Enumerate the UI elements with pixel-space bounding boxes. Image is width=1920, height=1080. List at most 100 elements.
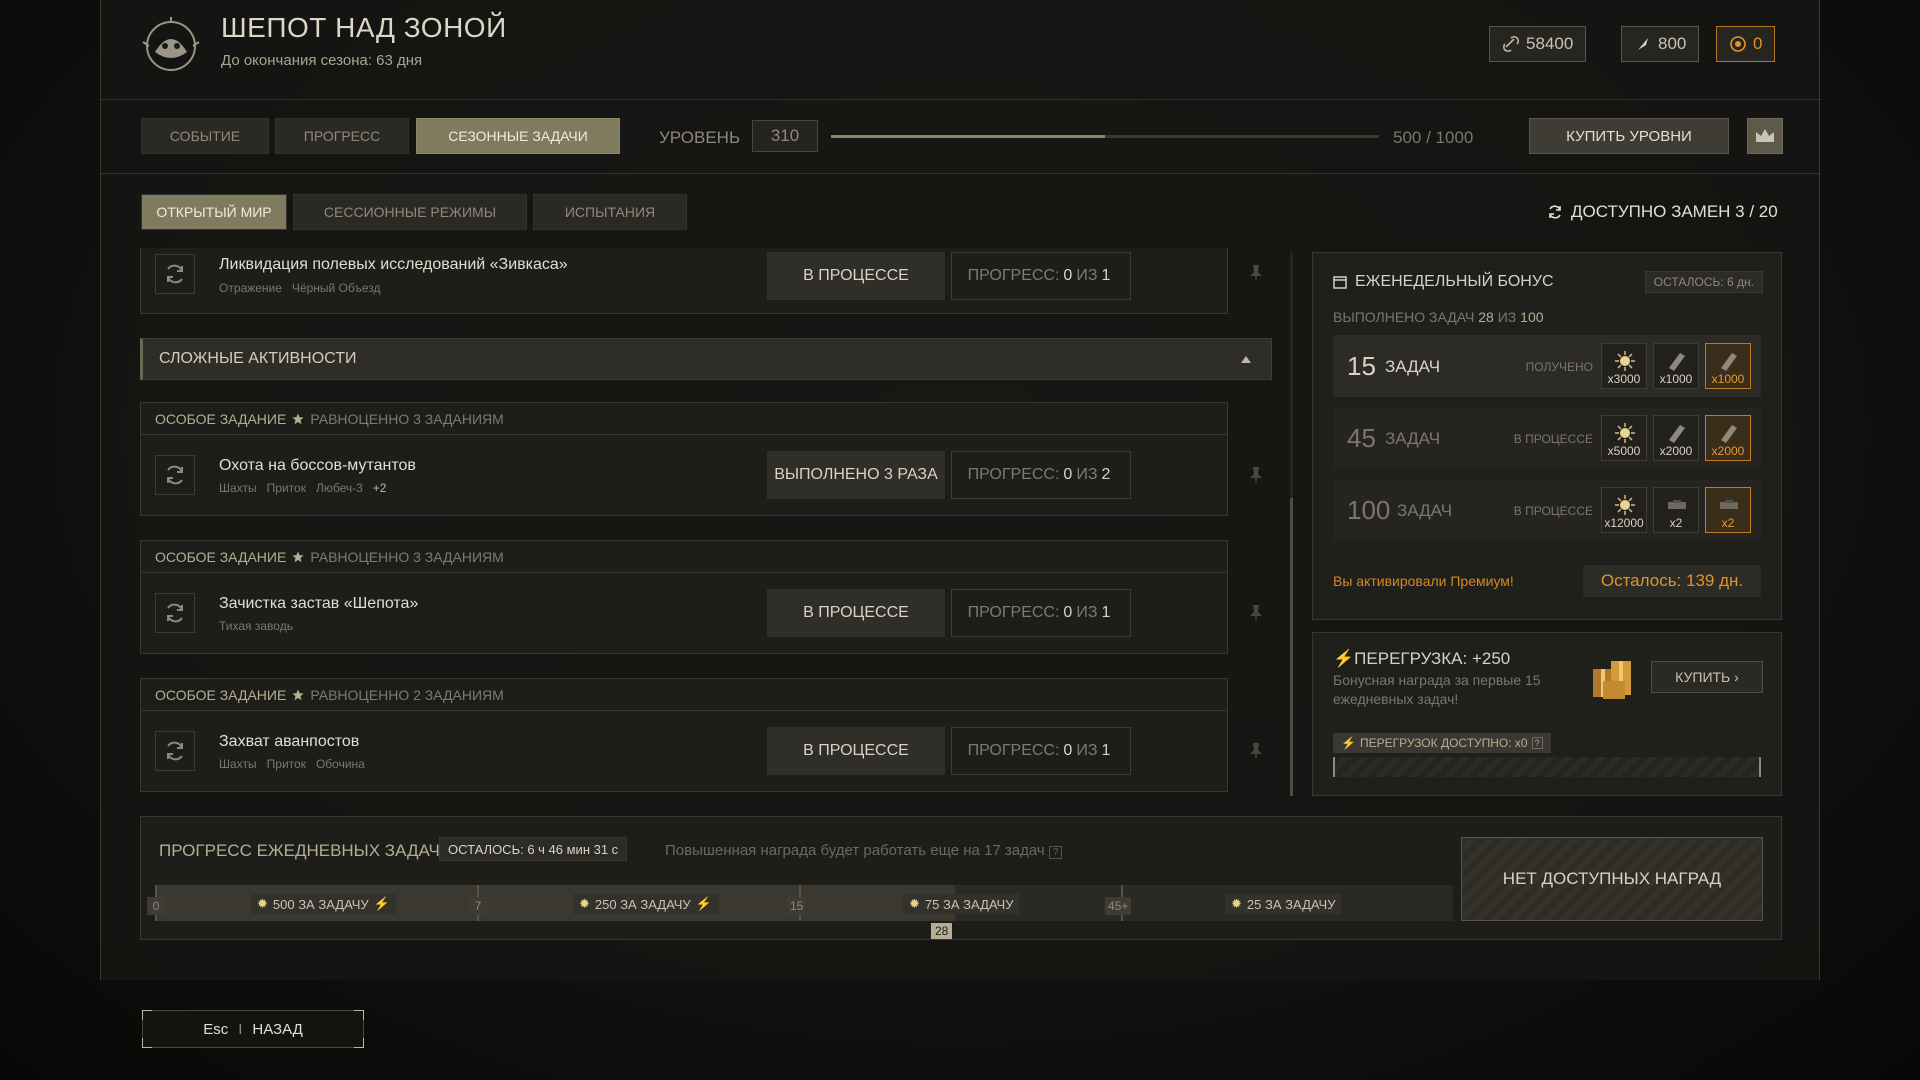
premium-reward-slot[interactable]: x2000	[1705, 415, 1751, 461]
daily-progress-panel: ПРОГРЕСС ЕЖЕДНЕВНЫХ ЗАДАЧ ОСТАЛОСЬ: 6 ч …	[140, 816, 1782, 940]
case-icon	[1720, 500, 1738, 509]
milestone-label: 7	[469, 897, 487, 915]
plate-icon	[1721, 353, 1737, 371]
reward-slot[interactable]: x3000	[1601, 343, 1647, 389]
level-value: 310	[752, 120, 818, 152]
buy-levels-button[interactable]: КУПИТЬ УРОВНИ	[1529, 118, 1729, 154]
daily-bonus-note: Повышенная награда будет работать еще на…	[665, 842, 1063, 859]
weekly-bonus-panel: ЕЖЕНЕДЕЛЬНЫЙ БОНУС ОСТАЛОСЬ: 6 дн. ВЫПОЛ…	[1312, 252, 1782, 620]
premium-active-text: Вы активировали Премиум!	[1333, 573, 1514, 589]
subtab-trials[interactable]: ИСПЫТАНИЯ	[533, 194, 687, 230]
pin-icon[interactable]	[1244, 602, 1268, 626]
special-task-card: ОСОБОЕ ЗАДАНИЕ РАВНОЦЕННО 3 ЗАДАНИЯМ Зач…	[140, 540, 1228, 654]
scrollbar-thumb[interactable]	[1290, 498, 1293, 796]
tab-event[interactable]: СОБЫТИЕ	[141, 118, 269, 154]
page-title: ШЕПОТ НАД ЗОНОЙ	[221, 12, 507, 43]
premium-crown-button[interactable]	[1747, 118, 1783, 154]
sun-icon: ✹	[579, 896, 590, 911]
case-icon	[1668, 500, 1686, 509]
task-body: Охота на боссов-мутантов Шахты Приток Лю…	[141, 435, 1227, 515]
currency-coin: 0	[1716, 26, 1776, 62]
swap-refresh-icon	[1549, 205, 1561, 219]
bolt-icon: ⚡	[695, 896, 712, 911]
task-progress: ПРОГРЕСС: 0 ИЗ 1	[951, 727, 1131, 775]
currency-feather: 800	[1621, 26, 1700, 62]
no-rewards-button[interactable]: НЕТ ДОСТУПНЫХ НАГРАД	[1461, 837, 1763, 921]
refresh-icon	[167, 264, 183, 284]
weekly-tier: 100 ЗАДАЧ В ПРОЦЕССЕ x12000 x2 x2	[1333, 479, 1761, 541]
task-card: Ликвидация полевых исследований «Зивкаса…	[140, 248, 1228, 314]
star-icon	[292, 551, 304, 562]
weekly-done-count: ВЫПОЛНЕНО ЗАДАЧ 28 ИЗ 100	[1333, 309, 1544, 325]
section-hard-activities[interactable]: СЛОЖНЫЕ АКТИВНОСТИ	[140, 338, 1272, 380]
reward-slot[interactable]: x2	[1653, 487, 1699, 533]
calendar-icon	[1333, 276, 1347, 289]
overload-panel: ⚡ПЕРЕГРУЗКА: +250 Бонусная награда за пе…	[1312, 632, 1782, 796]
more-locations[interactable]: +2	[373, 481, 387, 495]
task-body: Зачистка застав «Шепота» Тихая заводь В …	[141, 573, 1227, 653]
premium-reward-slot[interactable]: x1000	[1705, 343, 1751, 389]
task-locations: Отражение Чёрный Объезд	[219, 281, 381, 295]
reward-slot[interactable]: x5000	[1601, 415, 1647, 461]
feather-icon	[1638, 38, 1648, 50]
level-label: УРОВЕНЬ	[659, 128, 741, 147]
task-body: Ликвидация полевых исследований «Зивкаса…	[141, 248, 1227, 312]
gift-box-icon	[1593, 661, 1631, 699]
special-task-header: ОСОБОЕ ЗАДАНИЕ РАВНОЦЕННО 2 ЗАДАНИЯМ	[141, 679, 1227, 711]
plate-icon	[1721, 425, 1737, 443]
task-locations: Тихая заводь	[219, 619, 293, 633]
reward-slot[interactable]: x12000	[1601, 487, 1647, 533]
sun-icon: ✹	[257, 896, 268, 911]
swap-task-button[interactable]	[155, 731, 195, 771]
task-locations: Шахты Приток Любеч-3 +2	[219, 481, 387, 495]
swap-task-button[interactable]	[155, 254, 195, 294]
overload-buy-button[interactable]: КУПИТЬ ›	[1651, 661, 1763, 693]
task-status: ВЫПОЛНЕНО 3 РАЗА	[767, 451, 945, 499]
daily-time-left: ОСТАЛОСЬ: 6 ч 46 мин 31 с	[439, 837, 628, 861]
swap-task-button[interactable]	[155, 593, 195, 633]
sun-icon: ✹	[1231, 896, 1242, 911]
subtab-open-world[interactable]: ОТКРЫТЫЙ МИР	[141, 194, 287, 230]
level-progress-text: 500 / 1000	[1393, 128, 1474, 147]
star-icon	[292, 413, 304, 424]
reward-slot[interactable]: x2000	[1653, 415, 1699, 461]
help-icon[interactable]: ?	[1048, 846, 1063, 859]
back-label: НАЗАД	[252, 1020, 303, 1038]
plate-icon	[1669, 353, 1685, 371]
swap-task-button[interactable]	[155, 455, 195, 495]
tab-progress[interactable]: ПРОГРЕСС	[275, 118, 409, 154]
overload-progress-bar	[1333, 757, 1761, 777]
coin-icon	[1730, 36, 1746, 52]
frame-corner	[354, 1038, 364, 1048]
level-progress-bar	[831, 135, 1379, 138]
task-name: Ликвидация полевых исследований «Зивкаса…	[219, 256, 568, 273]
pin-icon[interactable]	[1244, 740, 1268, 764]
premium-time-left: Осталось: 139 дн.	[1583, 565, 1761, 597]
daily-progress-title: ПРОГРЕСС ЕЖЕДНЕВНЫХ ЗАДАЧ	[159, 841, 440, 860]
pin-icon[interactable]	[1244, 464, 1268, 488]
premium-reward-slot[interactable]: x2	[1705, 487, 1751, 533]
header: ШЕПОТ НАД ЗОНОЙ До окончания сезона: 63 …	[101, 0, 1821, 100]
special-task-card: ОСОБОЕ ЗАДАНИЕ РАВНОЦЕННО 3 ЗАДАНИЯМ Охо…	[140, 402, 1228, 516]
task-name: Охота на боссов-мутантов	[219, 457, 416, 474]
frame-corner	[142, 1010, 152, 1020]
subtab-session-modes[interactable]: СЕССИОННЫЕ РЕЖИМЫ	[293, 194, 527, 230]
reward-slot[interactable]: x1000	[1653, 343, 1699, 389]
weekly-tier: 15 ЗАДАЧ ПОЛУЧЕНО x3000 x1000 x1000	[1333, 335, 1761, 397]
bolt-icon: ⚡	[1333, 649, 1355, 668]
sun-icon	[1615, 423, 1635, 443]
currency-chain: 58400	[1489, 26, 1587, 62]
milestone-label: 15	[787, 897, 807, 915]
swaps-available: ДОСТУПНО ЗАМЕН 3 / 20	[1547, 202, 1778, 222]
crown-icon	[1756, 129, 1774, 142]
current-progress-marker: 28	[931, 923, 953, 939]
weekly-bonus-title: ЕЖЕНЕДЕЛЬНЫЙ БОНУС	[1333, 273, 1554, 291]
help-icon[interactable]: ?	[1531, 737, 1543, 749]
tab-season-tasks[interactable]: СЕЗОННЫЕ ЗАДАЧИ	[416, 118, 620, 154]
refresh-icon	[167, 465, 183, 485]
pin-icon[interactable]	[1244, 262, 1268, 286]
back-button[interactable]: Esc I НАЗАД	[142, 1010, 364, 1048]
level-progress-fill	[831, 135, 1105, 138]
task-status: В ПРОЦЕССЕ	[767, 727, 945, 775]
special-task-header: ОСОБОЕ ЗАДАНИЕ РАВНОЦЕННО 3 ЗАДАНИЯМ	[141, 541, 1227, 573]
